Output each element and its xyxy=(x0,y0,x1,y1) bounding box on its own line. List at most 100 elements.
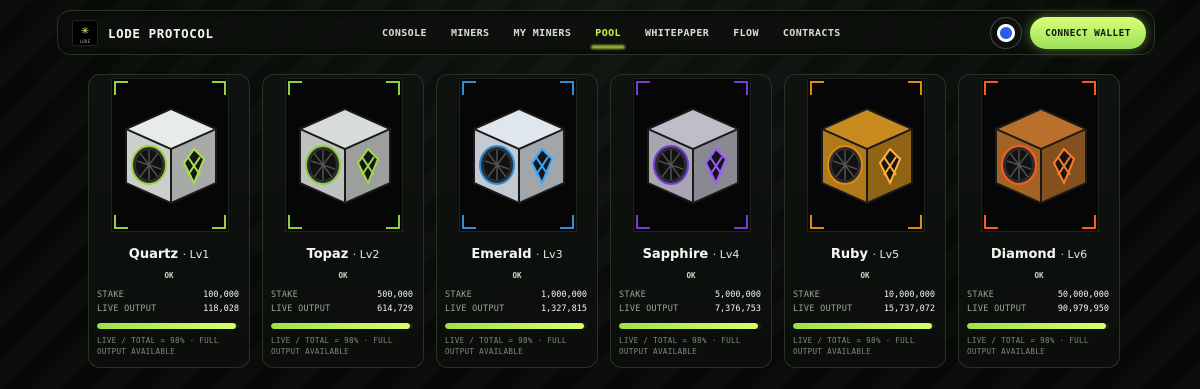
output-note: LIVE / TOTAL = 98% · FULL OUTPUT AVAILAB… xyxy=(445,336,567,356)
miner-name: Sapphire xyxy=(642,247,709,262)
output-progress-fill xyxy=(619,323,759,329)
frame-corner xyxy=(1082,215,1096,229)
live-output-value: 118,028 xyxy=(203,304,239,314)
live-output-row: LIVE OUTPUT 1,327,815 xyxy=(445,304,587,314)
frame-corner xyxy=(386,81,400,95)
network-button[interactable] xyxy=(990,17,1022,49)
frame-corner xyxy=(984,215,998,229)
miner-artwork xyxy=(285,78,403,232)
star-icon: ✳ xyxy=(81,22,89,38)
frame-corner xyxy=(114,215,128,229)
live-output-value: 90,979,950 xyxy=(1057,304,1109,314)
live-output-value: 614,729 xyxy=(377,304,413,314)
brand[interactable]: ✳ LODE LODE PROTOCOL xyxy=(72,20,214,46)
frame-corner xyxy=(1082,81,1096,95)
stake-value: 50,000,000 xyxy=(1057,290,1109,300)
stake-row: STAKE 1,000,000 xyxy=(445,290,587,300)
miner-artwork xyxy=(111,78,229,232)
frame-corner xyxy=(734,215,748,229)
stake-row: STAKE 500,000 xyxy=(271,290,413,300)
stake-value: 10,000,000 xyxy=(883,290,935,300)
nav-link-contracts[interactable]: CONTRACTS xyxy=(783,28,841,39)
output-progress-fill xyxy=(445,323,585,329)
top-nav: ✳ LODE LODE PROTOCOL CONSOLE MINERS MY M… xyxy=(57,10,1155,55)
miner-name: Topaz xyxy=(306,247,349,262)
output-progress-bar xyxy=(793,323,935,329)
frame-corner xyxy=(908,81,922,95)
nav-link-console[interactable]: CONSOLE xyxy=(382,28,427,39)
output-note: LIVE / TOTAL = 98% · FULL OUTPUT AVAILAB… xyxy=(97,336,219,356)
frame-corner xyxy=(908,215,922,229)
status-badge: OK xyxy=(512,271,522,280)
miner-card-emerald[interactable]: Emerald · Lv3 OK STAKE 1,000,000 LIVE OU… xyxy=(436,74,598,368)
miner-level: · Lv6 xyxy=(1060,248,1088,261)
output-note: LIVE / TOTAL = 98% · FULL OUTPUT AVAILAB… xyxy=(619,336,741,356)
frame-corner xyxy=(636,81,650,95)
stake-label: STAKE xyxy=(97,290,125,300)
nav-link-flow[interactable]: FLOW xyxy=(733,28,759,39)
miner-card-sapphire[interactable]: Sapphire · Lv4 OK STAKE 5,000,000 LIVE O… xyxy=(610,74,772,368)
nav-link-miners[interactable]: MINERS xyxy=(451,28,490,39)
frame-corner xyxy=(386,215,400,229)
live-output-row: LIVE OUTPUT 614,729 xyxy=(271,304,413,314)
live-output-label: LIVE OUTPUT xyxy=(445,304,505,314)
live-output-row: LIVE OUTPUT 15,737,072 xyxy=(793,304,935,314)
live-output-value: 15,737,072 xyxy=(883,304,935,314)
miner-cube-image xyxy=(995,107,1087,205)
pool-card-list: Quartz · Lv1 OK STAKE 100,000 LIVE OUTPU… xyxy=(88,74,1120,368)
miner-card-topaz[interactable]: Topaz · Lv2 OK STAKE 500,000 LIVE OUTPUT… xyxy=(262,74,424,368)
live-output-label: LIVE OUTPUT xyxy=(793,304,853,314)
nav-link-my-miners[interactable]: MY MINERS xyxy=(513,28,571,39)
miner-name: Ruby xyxy=(830,247,868,262)
brand-name: LODE PROTOCOL xyxy=(108,25,214,41)
connect-wallet-button[interactable]: CONNECT WALLET xyxy=(1030,17,1146,49)
live-output-row: LIVE OUTPUT 7,376,753 xyxy=(619,304,761,314)
stake-value: 100,000 xyxy=(203,290,239,300)
miner-title: Emerald · Lv3 xyxy=(437,247,597,262)
miner-title: Topaz · Lv2 xyxy=(263,247,423,262)
frame-corner xyxy=(114,81,128,95)
status-badge: OK xyxy=(164,271,174,280)
miner-artwork xyxy=(807,78,925,232)
output-note: LIVE / TOTAL = 98% · FULL OUTPUT AVAILAB… xyxy=(271,336,393,356)
frame-corner xyxy=(984,81,998,95)
miner-title: Sapphire · Lv4 xyxy=(611,247,771,262)
output-progress-fill xyxy=(793,323,933,329)
miner-card-quartz[interactable]: Quartz · Lv1 OK STAKE 100,000 LIVE OUTPU… xyxy=(88,74,250,368)
miner-level: · Lv5 xyxy=(872,248,900,261)
output-progress-bar xyxy=(97,323,239,329)
frame-corner xyxy=(560,215,574,229)
nav-link-pool[interactable]: POOL xyxy=(595,28,621,39)
nav-link-whitepaper[interactable]: WHITEPAPER xyxy=(645,28,709,39)
miner-name: Emerald xyxy=(471,247,532,262)
stake-label: STAKE xyxy=(445,290,473,300)
stake-row: STAKE 5,000,000 xyxy=(619,290,761,300)
live-output-row: LIVE OUTPUT 118,028 xyxy=(97,304,239,314)
miner-name: Diamond xyxy=(990,247,1056,262)
frame-corner xyxy=(560,81,574,95)
frame-corner xyxy=(212,215,226,229)
frame-corner xyxy=(734,81,748,95)
status-badge: OK xyxy=(1034,271,1044,280)
stake-row: STAKE 100,000 xyxy=(97,290,239,300)
network-icon xyxy=(997,24,1015,42)
output-progress-fill xyxy=(967,323,1107,329)
stake-value: 1,000,000 xyxy=(540,290,587,300)
live-output-value: 1,327,815 xyxy=(540,304,587,314)
miner-card-diamond[interactable]: Diamond · Lv6 OK STAKE 50,000,000 LIVE O… xyxy=(958,74,1120,368)
live-output-label: LIVE OUTPUT xyxy=(967,304,1027,314)
miner-card-ruby[interactable]: Ruby · Lv5 OK STAKE 10,000,000 LIVE OUTP… xyxy=(784,74,946,368)
frame-corner xyxy=(810,215,824,229)
miner-cube-image xyxy=(473,107,565,205)
live-output-label: LIVE OUTPUT xyxy=(619,304,679,314)
miner-level: · Lv1 xyxy=(182,248,210,261)
frame-corner xyxy=(636,215,650,229)
status-badge: OK xyxy=(686,271,696,280)
miner-cube-image xyxy=(647,107,739,205)
miner-artwork xyxy=(981,78,1099,232)
output-progress-bar xyxy=(619,323,761,329)
stake-row: STAKE 10,000,000 xyxy=(793,290,935,300)
frame-corner xyxy=(288,215,302,229)
frame-corner xyxy=(810,81,824,95)
live-output-label: LIVE OUTPUT xyxy=(97,304,157,314)
